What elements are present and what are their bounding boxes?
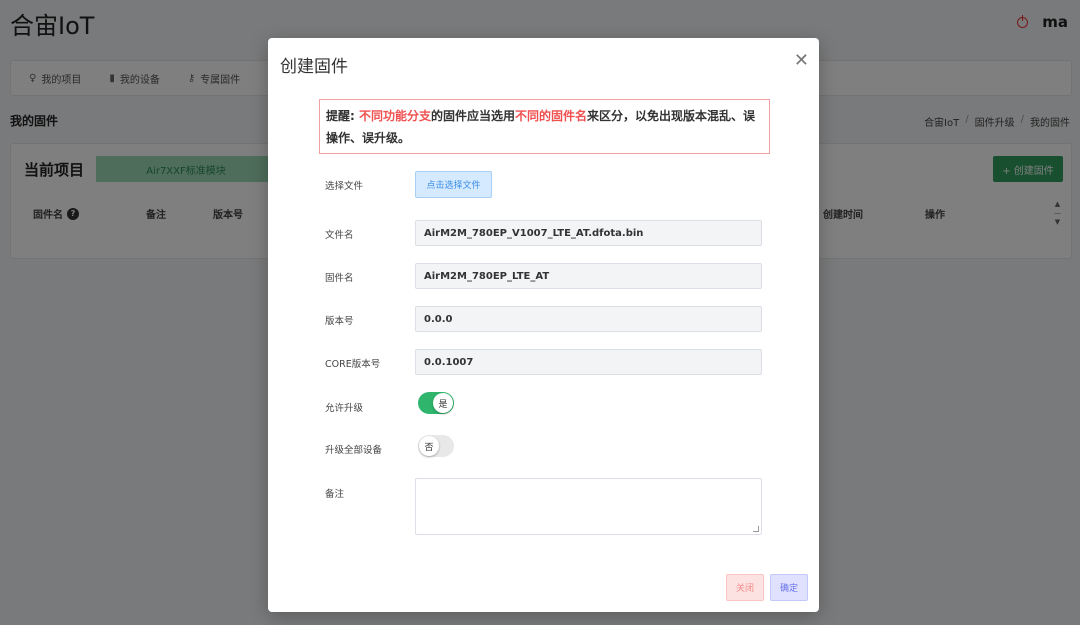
allow-upgrade-toggle[interactable]: 是 <box>418 392 454 414</box>
upgrade-all-label: 升级全部设备 <box>325 445 383 456</box>
toggle-knob: 否 <box>419 436 439 456</box>
allow-upgrade-label: 允许升级 <box>325 403 364 414</box>
close-button[interactable]: 关闭 <box>726 574 764 601</box>
create-firmware-dialog: 创建固件 ✕ 提醒: 不同功能分支的固件应当选用不同的固件名来区分，以免出现版本… <box>268 38 819 612</box>
warning-prefix: 提醒: <box>326 109 359 123</box>
file-name-label: 文件名 <box>325 230 354 241</box>
resize-grip-icon[interactable] <box>753 526 759 532</box>
core-version-label: CORE版本号 <box>325 359 381 370</box>
core-version-field[interactable]: 0.0.1007 <box>415 349 762 375</box>
warning-highlight: 不同的固件名 <box>515 109 588 123</box>
remark-label: 备注 <box>325 489 345 500</box>
confirm-button[interactable]: 确定 <box>770 574 808 601</box>
dialog-title: 创建固件 <box>280 57 348 77</box>
upgrade-all-toggle[interactable]: 否 <box>418 435 454 457</box>
warning-highlight: 不同功能分支 <box>358 109 431 123</box>
version-field[interactable]: 0.0.0 <box>415 306 762 332</box>
select-file-label: 选择文件 <box>325 181 364 192</box>
warning-notice: 提醒: 不同功能分支的固件应当选用不同的固件名来区分，以免出现版本混乱、误操作、… <box>319 99 770 154</box>
firmware-name-field[interactable]: AirM2M_780EP_LTE_AT <box>415 263 762 289</box>
warning-text: 的固件应当选用 <box>431 109 516 123</box>
file-name-field[interactable]: AirM2M_780EP_V1007_LTE_AT.dfota.bin <box>415 220 762 246</box>
firmware-name-label: 固件名 <box>325 273 354 284</box>
remark-textarea[interactable] <box>415 478 762 535</box>
select-file-button[interactable]: 点击选择文件 <box>415 171 492 198</box>
close-icon[interactable]: ✕ <box>794 52 809 70</box>
version-label: 版本号 <box>325 316 354 327</box>
toggle-knob: 是 <box>433 393 453 413</box>
